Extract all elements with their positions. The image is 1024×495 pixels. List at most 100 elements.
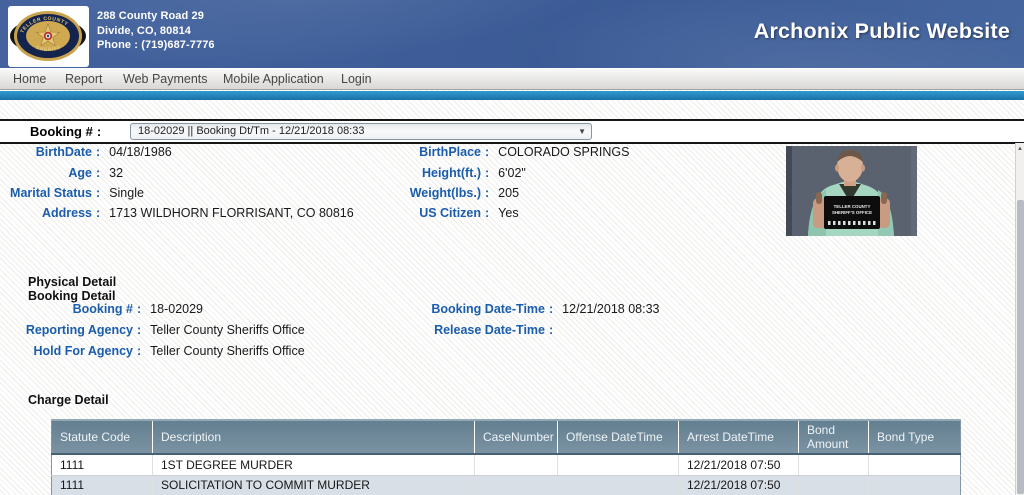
sheriff-badge-icon: TELLER COUNTY SHERIFF [8,6,89,67]
field-label: Reporting Agency [0,321,133,340]
field-colon: : [485,145,489,159]
field-booking-number: Booking #:18-02029 [0,300,203,319]
sheriff-badge-logo: TELLER COUNTY SHERIFF [8,6,89,67]
field-booking-datetime: Booking Date-Time:12/21/2018 08:33 [352,300,660,319]
col-bond-type: Bond Type [869,420,961,454]
field-value: 18-02029 [150,302,203,316]
site-header: TELLER COUNTY SHERIFF 288 County Road 29… [0,0,1024,68]
field-value: COLORADO SPRINGS [498,145,629,159]
field-colon: : [96,186,100,200]
booking-number-label: Booking #: [30,121,101,142]
cell-case-number [475,454,558,475]
charge-detail-table: Statute Code Description CaseNumber Offe… [51,419,961,495]
field-colon: : [485,186,489,200]
field-weight: Weight(lbs.):205 [335,184,519,203]
col-description: Description [153,420,475,454]
field-colon: : [137,323,141,337]
site-title: Archonix Public Website [754,19,1010,44]
field-colon: : [485,166,489,180]
mugshot-photo: TELLER COUNTY SHERIFF'S OFFICE [786,146,917,236]
field-label: Booking Date-Time [352,300,545,319]
field-label: BirthPlace [335,143,481,162]
address-line2: Divide, CO, 80814 [97,24,215,39]
field-label: Weight(lbs.) [335,184,481,203]
col-case-number: CaseNumber [475,420,558,454]
field-value: Single [109,186,144,200]
table-row: 1111 1ST DEGREE MURDER 12/21/2018 07:50 [52,454,961,475]
field-birthplace: BirthPlace: COLORADO SPRINGS [335,143,629,162]
cell-bond-amount [799,475,869,495]
address-line1: 288 County Road 29 [97,9,215,24]
field-label: Address [0,204,92,223]
address-line3: Phone : (719)687-7776 [97,38,215,53]
section-physical-detail: Physical Detail [28,275,116,289]
field-colon: : [549,323,553,337]
cell-statute: 1111 [52,475,153,495]
field-colon: : [96,145,100,159]
field-height: Height(ft.):6'02" [335,164,526,183]
vertical-scrollbar[interactable]: ▲ [1015,143,1024,495]
field-hold-for-agency: Hold For Agency:Teller County Sheriffs O… [0,342,305,361]
accent-bar [0,91,1024,100]
main-nav: Home Report Web Payments Mobile Applicat… [0,68,1024,90]
booking-label-colon: : [97,124,101,139]
mugshot-sign-line1: TELLER COUNTY [834,204,871,209]
mugshot-image: TELLER COUNTY SHERIFF'S OFFICE [786,146,917,236]
nav-home[interactable]: Home [13,68,46,90]
cell-bond-type [869,454,961,475]
scroll-up-icon[interactable]: ▲ [1016,144,1024,154]
cell-arrest-datetime: 12/21/2018 07:50 [679,454,799,475]
field-age: Age:32 [0,164,123,183]
booking-select[interactable]: 18-02029 || Booking Dt/Tm - 12/21/2018 0… [130,123,592,140]
col-offense-datetime: Offense DateTime [558,420,679,454]
archonix-public-website: TELLER COUNTY SHERIFF 288 County Road 29… [0,0,1024,495]
field-colon: : [96,166,100,180]
field-address: Address:1713 WILDHORN FLORRISANT, CO 808… [0,204,354,223]
field-value: Teller County Sheriffs Office [150,344,304,358]
field-label: Age [0,164,92,183]
col-arrest-datetime: Arrest DateTime [679,420,799,454]
nav-login[interactable]: Login [341,68,372,90]
cell-offense-datetime [558,454,679,475]
table-header-row: Statute Code Description CaseNumber Offe… [52,420,961,454]
field-colon: : [96,206,100,220]
field-label: Hold For Agency [0,342,133,361]
field-birthdate: BirthDate:04/18/1986 [0,143,172,162]
field-label: US Citizen [335,204,481,223]
cell-bond-amount [799,454,869,475]
field-value: Yes [498,206,518,220]
field-value: Teller County Sheriffs Office [150,323,304,337]
table-row: 1111 SOLICITATION TO COMMIT MURDER 12/21… [52,475,961,495]
field-value: 205 [498,186,519,200]
field-value: 04/18/1986 [109,145,172,159]
cell-offense-datetime [558,475,679,495]
field-reporting-agency: Reporting Agency: Teller County Sheriffs … [0,321,305,340]
field-value: 1713 WILDHORN FLORRISANT, CO 80816 [109,206,354,220]
field-value: 32 [109,166,123,180]
field-value: 6'02" [498,166,526,180]
field-colon: : [549,302,553,316]
cell-arrest-datetime: 12/21/2018 07:50 [679,475,799,495]
booking-label-text: Booking # [30,124,93,139]
cell-statute: 1111 [52,454,153,475]
cell-case-number [475,475,558,495]
booking-select-value: 18-02029 || Booking Dt/Tm - 12/21/2018 0… [138,125,364,137]
field-colon: : [485,206,489,220]
nav-report[interactable]: Report [65,68,103,90]
chevron-down-icon[interactable]: ▼ [578,124,586,139]
nav-web-payments[interactable]: Web Payments [123,68,208,90]
field-label: BirthDate [0,143,92,162]
scrollbar-thumb[interactable] [1017,200,1024,494]
agency-address: 288 County Road 29 Divide, CO, 80814 Pho… [97,9,215,53]
col-bond-amount: Bond Amount [799,420,869,454]
field-release-datetime: Release Date-Time: [352,321,562,340]
field-marital-status: Marital Status:Single [0,184,144,203]
cell-bond-type [869,475,961,495]
field-colon: : [137,302,141,316]
field-value: 12/21/2018 08:33 [562,302,659,316]
field-label: Booking # [0,300,133,319]
cell-description: SOLICITATION TO COMMIT MURDER [153,475,475,495]
field-us-citizen: US Citizen: Yes [335,204,519,223]
cell-description: 1ST DEGREE MURDER [153,454,475,475]
nav-mobile-application[interactable]: Mobile Application [223,68,324,90]
